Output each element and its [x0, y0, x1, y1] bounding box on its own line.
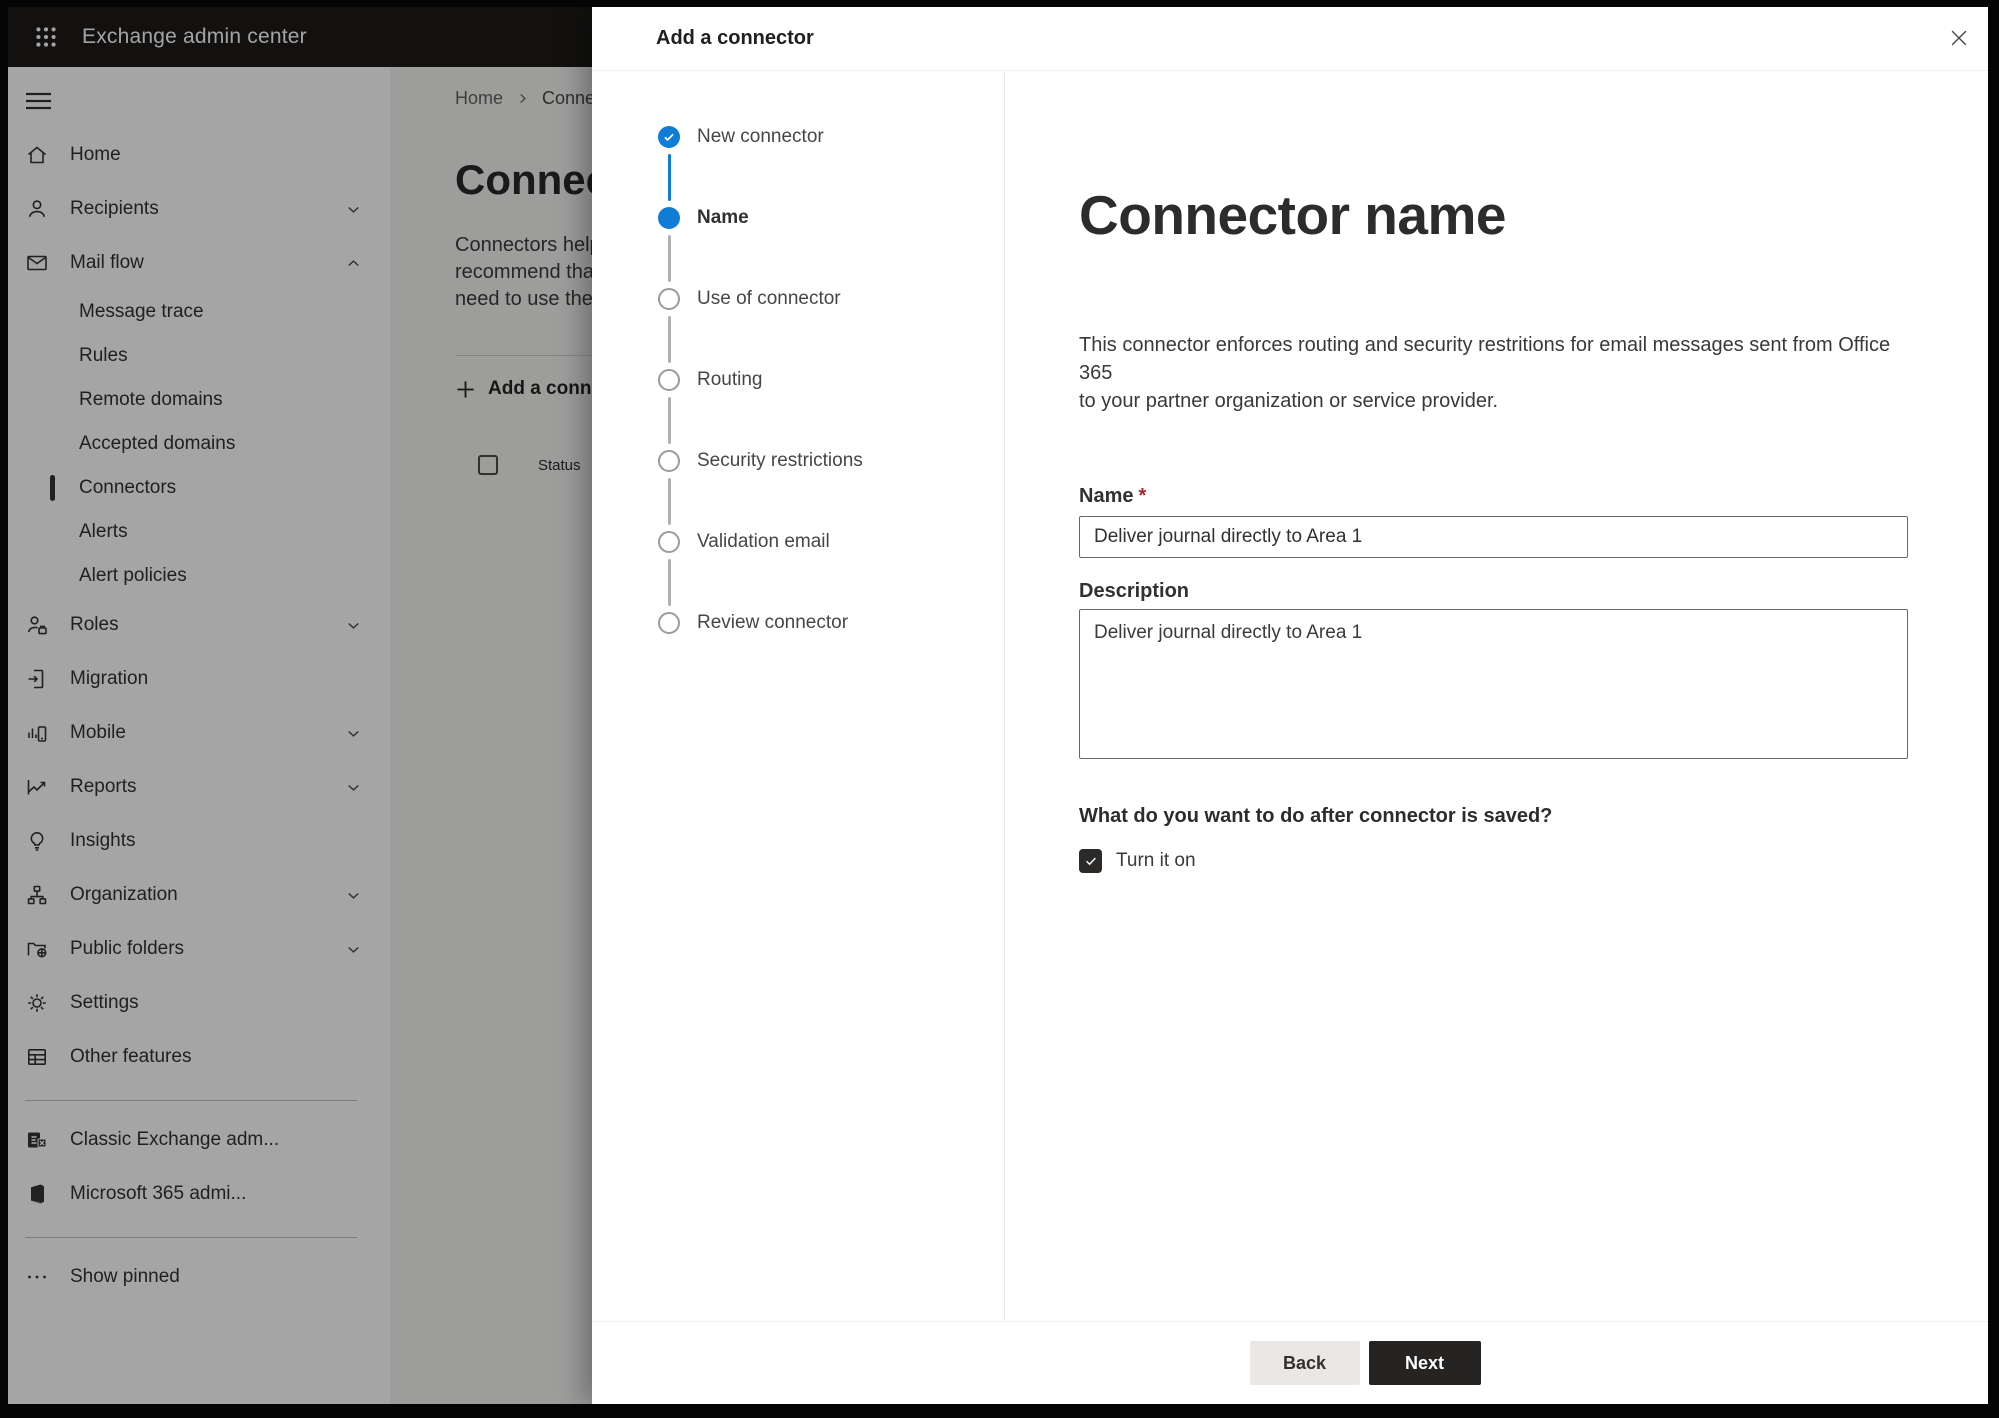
- stepper-connector-line: [667, 316, 671, 363]
- description-textarea[interactable]: [1079, 609, 1908, 759]
- step-upcoming-dot: [658, 612, 680, 634]
- turn-it-on-label: Turn it on: [1116, 850, 1196, 871]
- step-validation-email[interactable]: Validation email: [658, 531, 1004, 553]
- step-upcoming-dot: [658, 450, 680, 472]
- step-use-of-connector[interactable]: Use of connector: [658, 288, 1004, 310]
- step-upcoming-dot: [658, 369, 680, 391]
- dialog-header: Add a connector: [592, 7, 1988, 71]
- step-routing[interactable]: Routing: [658, 369, 1004, 391]
- add-connector-dialog: Add a connector New connector Name Use o…: [592, 7, 1988, 1404]
- step-name[interactable]: Name: [658, 207, 1004, 229]
- step-upcoming-dot: [658, 288, 680, 310]
- stepper-connector-line: [667, 397, 671, 444]
- connector-name-step-panel: Connector name This connector enforces r…: [1005, 71, 1988, 1321]
- dialog-title: Add a connector: [656, 27, 814, 49]
- name-field-label: Name *: [1079, 485, 1147, 507]
- close-icon[interactable]: [1940, 19, 1978, 57]
- stepper-connector-line: [667, 235, 671, 282]
- description-field-label: Description: [1079, 580, 1190, 602]
- exchange-admin-window: Exchange admin center Home Recipients Ma…: [8, 7, 1988, 1404]
- wizard-stepper: New connector Name Use of connector Rout…: [592, 71, 1005, 1321]
- screenshot-frame: Exchange admin center Home Recipients Ma…: [0, 0, 1999, 1418]
- step-heading: Connector name: [1079, 184, 1506, 246]
- back-button[interactable]: Back: [1249, 1341, 1360, 1385]
- step-security-restrictions[interactable]: Security restrictions: [658, 450, 1004, 472]
- after-save-question: What do you want to do after connector i…: [1079, 805, 1553, 827]
- step-current-dot: [658, 207, 680, 229]
- required-asterisk: *: [1138, 485, 1147, 507]
- stepper-connector-line: [667, 154, 671, 201]
- step-review-connector[interactable]: Review connector: [658, 612, 1004, 634]
- dialog-footer: Back Next: [592, 1321, 1988, 1404]
- dialog-body: New connector Name Use of connector Rout…: [592, 71, 1988, 1321]
- step-new-connector[interactable]: New connector: [658, 126, 1004, 148]
- stepper-connector-line: [667, 559, 671, 606]
- next-button[interactable]: Next: [1368, 1341, 1481, 1385]
- checkbox-checked-icon[interactable]: [1079, 849, 1102, 873]
- name-input[interactable]: [1079, 516, 1908, 558]
- turn-it-on-checkbox-row[interactable]: Turn it on: [1079, 849, 1908, 873]
- step-completed-check-icon: [658, 126, 680, 148]
- stepper-connector-line: [667, 478, 671, 525]
- step-upcoming-dot: [658, 531, 680, 553]
- step-description: This connector enforces routing and secu…: [1079, 334, 1891, 412]
